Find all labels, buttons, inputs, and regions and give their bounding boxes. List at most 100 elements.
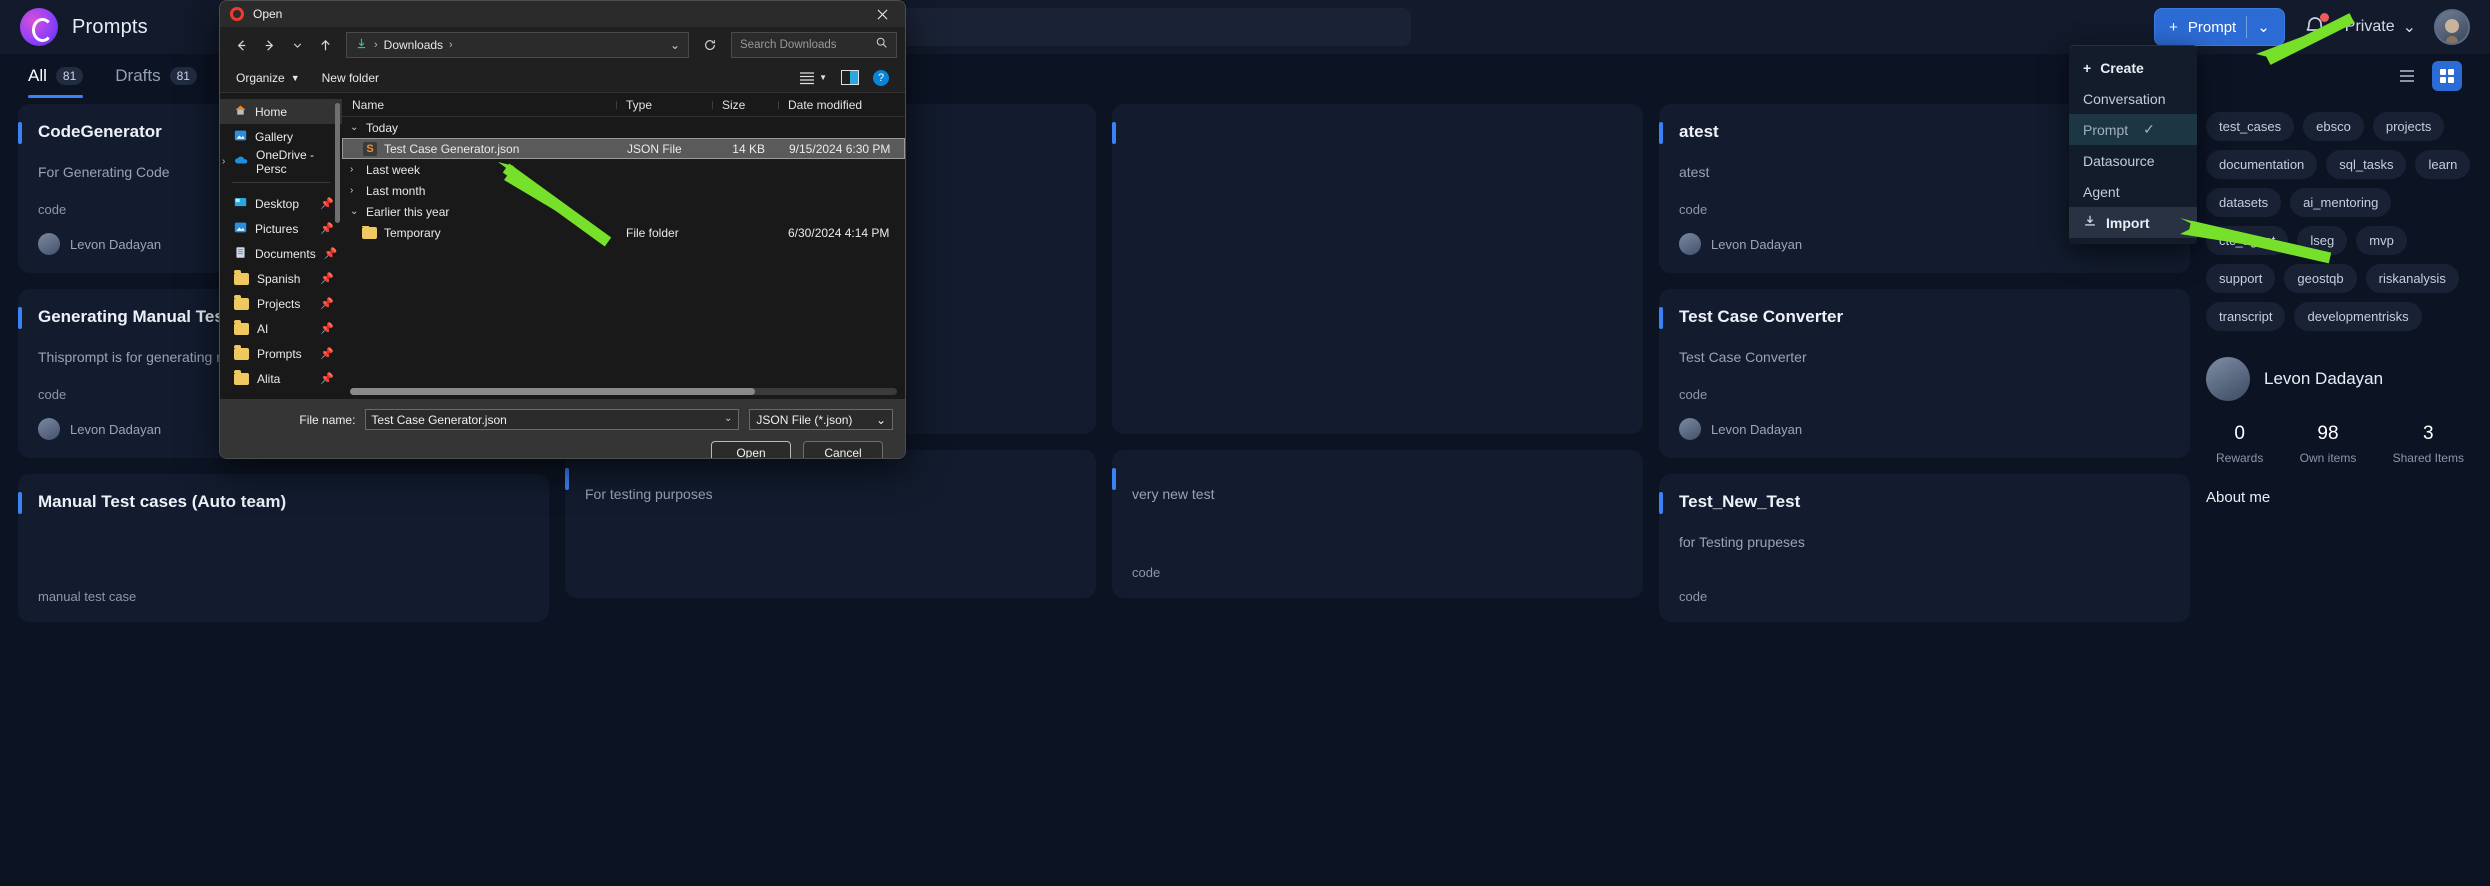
- folder-icon: [234, 369, 249, 385]
- add-prompt-label: Prompt: [2187, 18, 2237, 36]
- onedrive-icon: [234, 154, 248, 169]
- tag-chip[interactable]: sql_tasks: [2326, 150, 2407, 179]
- table-row[interactable]: S Test Case Generator.json JSON File 14 …: [342, 138, 905, 159]
- search-input[interactable]: [740, 39, 869, 51]
- column-header-size[interactable]: Size: [712, 98, 778, 112]
- sidebar-item-documents[interactable]: Documents 📌: [220, 241, 342, 266]
- dialog-search[interactable]: [731, 32, 897, 58]
- new-folder-button[interactable]: New folder: [322, 71, 379, 85]
- open-button[interactable]: Open: [711, 441, 791, 458]
- prompt-card[interactable]: [1112, 104, 1643, 434]
- visibility-selector[interactable]: Private ⌄: [2345, 17, 2416, 37]
- filetype-select[interactable]: JSON File (*.json) ⌄: [749, 409, 893, 430]
- column-header-name[interactable]: Name: [342, 98, 616, 112]
- refresh-icon[interactable]: [697, 32, 723, 58]
- group-header-earlier-this-year[interactable]: ⌄ Earlier this year: [342, 201, 905, 222]
- prompt-card[interactable]: Manual Test cases (Auto team) manual tes…: [18, 474, 549, 622]
- card-author: Levon Dadayan: [1679, 418, 2170, 440]
- close-icon[interactable]: [865, 1, 899, 27]
- file-list-horizontal-scrollbar[interactable]: [350, 388, 897, 395]
- preview-pane-button[interactable]: [841, 70, 859, 85]
- prompt-card[interactable]: Test Case Converter Test Case Converter …: [1659, 289, 2190, 458]
- sidebar-scrollbar[interactable]: [335, 103, 340, 223]
- organize-button[interactable]: Organize ▼: [236, 71, 300, 85]
- sidebar-item-ai[interactable]: AI 📌: [220, 316, 342, 341]
- sidebar-item-desktop[interactable]: Desktop 📌: [220, 191, 342, 216]
- profile-header[interactable]: Levon Dadayan: [2206, 357, 2474, 401]
- tag-chip[interactable]: transcript: [2206, 302, 2286, 331]
- tag-chip[interactable]: support: [2206, 264, 2276, 293]
- group-header-last-month[interactable]: › Last month: [342, 180, 905, 201]
- add-prompt-button[interactable]: + Prompt ⌄: [2154, 8, 2285, 46]
- sidebar-item-prompts[interactable]: Prompts 📌: [220, 341, 342, 366]
- scrollbar-thumb[interactable]: [350, 388, 755, 395]
- pin-icon[interactable]: 📌: [320, 222, 334, 235]
- tag-chip[interactable]: ai_mentoring: [2290, 188, 2392, 217]
- sidebar-item-projects[interactable]: Projects 📌: [220, 291, 342, 316]
- breadcrumb-item-downloads[interactable]: Downloads: [384, 38, 443, 52]
- sidebar-item-home[interactable]: Home: [220, 99, 342, 124]
- grid-view-button[interactable]: [2432, 61, 2462, 91]
- group-header-last-week[interactable]: › Last week: [342, 159, 905, 180]
- prompt-card[interactable]: very new test code: [1112, 450, 1643, 598]
- sidebar-item-spanish[interactable]: Spanish 📌: [220, 266, 342, 291]
- pin-icon[interactable]: 📌: [320, 372, 334, 385]
- pin-icon[interactable]: 📌: [324, 247, 338, 260]
- sidebar-item-onedrive[interactable]: › OneDrive - Persc: [220, 147, 342, 176]
- cancel-button[interactable]: Cancel: [803, 441, 883, 458]
- tag-chip[interactable]: riskanalysis: [2365, 264, 2459, 293]
- table-row[interactable]: Temporary File folder 6/30/2024 4:14 PM: [342, 222, 905, 243]
- menu-item-import[interactable]: Import: [2069, 207, 2197, 238]
- tag-chip[interactable]: lseg: [2297, 226, 2348, 255]
- sidebar-item-alita[interactable]: Alita 📌: [220, 366, 342, 391]
- menu-item-agent[interactable]: Agent: [2069, 176, 2197, 207]
- chevron-right-icon[interactable]: ›: [222, 156, 225, 167]
- pin-icon[interactable]: 📌: [320, 322, 334, 335]
- chevron-down-icon[interactable]: ⌄: [2257, 18, 2270, 36]
- tag-chip[interactable]: developmentrisks: [2294, 302, 2422, 331]
- prompt-card[interactable]: For testing purposes: [565, 450, 1096, 598]
- avatar[interactable]: [2434, 9, 2470, 45]
- group-header-today[interactable]: ⌄ Today: [342, 117, 905, 138]
- tag-chip[interactable]: test_cases: [2206, 112, 2295, 141]
- stat-label: Own items: [2299, 451, 2357, 465]
- tag-chip[interactable]: projects: [2372, 112, 2445, 141]
- tab-all[interactable]: All 81: [28, 54, 84, 98]
- pin-icon[interactable]: 📌: [320, 297, 334, 310]
- sidebar-item-pictures[interactable]: Pictures 📌: [220, 216, 342, 241]
- tag-chip[interactable]: learn: [2415, 150, 2471, 179]
- pictures-icon: [234, 221, 247, 237]
- menu-item-datasource[interactable]: Datasource: [2069, 145, 2197, 176]
- notifications-button[interactable]: [2303, 13, 2329, 39]
- chevron-down-icon[interactable]: ⌄: [670, 38, 680, 52]
- view-mode-button[interactable]: ▼: [799, 71, 827, 85]
- column-header-type[interactable]: Type: [616, 98, 712, 112]
- tag-chip[interactable]: ebsco: [2303, 112, 2364, 141]
- pin-icon[interactable]: 📌: [320, 272, 334, 285]
- tag-chip[interactable]: documentation: [2206, 150, 2318, 179]
- back-icon[interactable]: [228, 32, 254, 58]
- help-icon[interactable]: ?: [873, 69, 889, 86]
- sidebar-item-gallery[interactable]: Gallery: [220, 124, 342, 149]
- tag-chip[interactable]: mvp: [2356, 226, 2407, 255]
- tag-chip[interactable]: datasets: [2206, 188, 2282, 217]
- prompt-card[interactable]: Test_New_Test for Testing prupeses code: [1659, 474, 2190, 622]
- recent-locations-icon[interactable]: [284, 32, 310, 58]
- column-header-date-modified[interactable]: Date modified: [778, 98, 905, 112]
- menu-item-create[interactable]: + Create: [2069, 52, 2197, 83]
- menu-item-conversation[interactable]: Conversation: [2069, 83, 2197, 114]
- pin-icon[interactable]: 📌: [320, 197, 334, 210]
- pin-icon[interactable]: 📌: [320, 347, 334, 360]
- tab-drafts[interactable]: Drafts 81: [115, 54, 197, 98]
- view-options: ▼ ?: [799, 69, 889, 86]
- tag-chip[interactable]: geostqb: [2284, 264, 2357, 293]
- forward-icon[interactable]: [256, 32, 282, 58]
- menu-item-prompt[interactable]: Prompt ✓: [2069, 114, 2197, 145]
- sidebar-item-label: OneDrive - Persc: [256, 147, 315, 176]
- up-icon[interactable]: [312, 32, 338, 58]
- breadcrumb[interactable]: › Downloads › ⌄: [346, 32, 689, 58]
- list-view-button[interactable]: [2392, 61, 2422, 91]
- stat-value: 0: [2234, 423, 2245, 444]
- filename-input[interactable]: [365, 409, 740, 430]
- tag-chip[interactable]: ctc_agent: [2206, 226, 2289, 255]
